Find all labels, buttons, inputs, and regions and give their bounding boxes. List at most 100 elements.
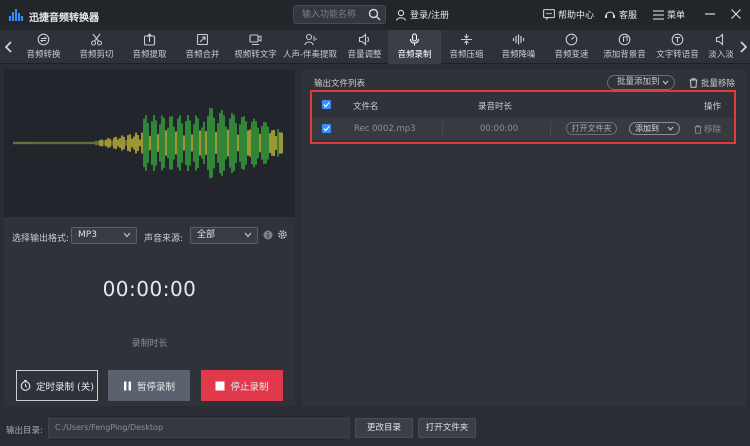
recording-duration-label: 录制时长: [131, 339, 168, 349]
login-label: 登录/注册: [410, 11, 450, 21]
add-to-dropdown[interactable]: 添加到: [629, 122, 680, 135]
tool-audio-merge[interactable]: 音频合并: [176, 30, 229, 64]
recorder-panel: 选择输出格式: MP3 声音来源: 全部 00:00:00 录制时长 定时录制 …: [4, 70, 295, 406]
menu-icon: [653, 9, 664, 20]
login-link[interactable]: 登录/注册: [395, 8, 449, 21]
tool-text-to-speech[interactable]: 文字转语音: [651, 30, 704, 64]
chevron-down-icon: [667, 126, 674, 131]
tool-audio-denoise[interactable]: 音频降噪: [492, 30, 545, 64]
tool-label: 人声-伴奏提取: [282, 50, 338, 60]
tool-audio-convert[interactable]: 音频转换: [17, 30, 70, 64]
tool-add-bgm[interactable]: 添加背景音: [598, 30, 651, 64]
waveform-display: [4, 70, 295, 217]
source-select[interactable]: 全部: [190, 227, 258, 244]
search-input[interactable]: [294, 6, 364, 23]
change-dir-button[interactable]: 更改目录: [355, 418, 413, 438]
tool-label: 音频变速: [554, 50, 589, 60]
help-icon: [543, 9, 555, 20]
settings-gear-icon[interactable]: [277, 229, 288, 240]
service-label: 客服: [619, 11, 638, 21]
format-label: 选择输出格式:: [12, 234, 70, 244]
info-icon[interactable]: [263, 230, 273, 240]
tool-bar: 音频转换 音频剪切 音频提取 音频合并 视频转文字 人声-伴奏提取 音量调整 音…: [0, 30, 750, 64]
help-center-button[interactable]: 帮助中心: [543, 8, 594, 21]
table-header: 文件名 录音时长 操作: [312, 92, 734, 118]
column-divider: [550, 122, 551, 136]
bgm-icon: [618, 33, 631, 46]
volume-icon: [358, 33, 370, 46]
source-label: 声音来源:: [144, 234, 184, 244]
stop-record-label: 停止录制: [230, 381, 269, 393]
tool-audio-extract[interactable]: 音频提取: [123, 30, 176, 64]
service-icon: [605, 10, 615, 18]
merge-icon: [196, 33, 209, 46]
chevron-down-icon: [662, 80, 669, 85]
table-row[interactable]: Rec 0002.mp3 00:00:00 打开文件夹 添加到 移除: [312, 118, 734, 140]
tool-audio-record[interactable]: 音频录制: [388, 30, 441, 64]
tool-label: 视频转文字: [234, 50, 277, 60]
chevron-left-icon[interactable]: [4, 40, 14, 54]
tool-audio-compress[interactable]: 音频压缩: [440, 30, 493, 64]
tool-label: 淡入淡: [708, 50, 734, 60]
check-icon: [323, 102, 330, 108]
select-all-checkbox[interactable]: [322, 100, 331, 109]
output-dir-label: 输出目录:: [6, 426, 43, 436]
stop-record-button[interactable]: 停止录制: [201, 370, 283, 401]
trash-icon: [689, 78, 698, 88]
tool-fade[interactable]: 淡入淡: [704, 30, 738, 64]
stop-icon: [215, 381, 225, 390]
tool-audio-speed[interactable]: 音频变速: [545, 30, 598, 64]
minimize-icon[interactable]: [702, 6, 718, 22]
output-list-panel: 输出文件列表 批量添加到 批量移除 文件名 录音时长 操作 Rec 0002.m…: [302, 70, 746, 406]
search-box[interactable]: [293, 5, 386, 24]
video-text-icon: [249, 34, 262, 45]
row-checkbox[interactable]: [322, 124, 331, 133]
tool-video-to-text[interactable]: 视频转文字: [229, 30, 282, 64]
denoise-icon: [512, 34, 525, 45]
timer-icon: [20, 380, 31, 391]
pause-record-button[interactable]: 暂停录制: [108, 370, 190, 401]
open-folder-button[interactable]: 打开文件夹: [566, 122, 617, 135]
chevron-down-icon: [244, 232, 252, 238]
batch-add-dropdown[interactable]: 批量添加到: [607, 75, 675, 90]
menu-label: 菜单: [667, 11, 686, 21]
format-row: 选择输出格式: MP3 声音来源: 全部: [4, 219, 295, 253]
scheduled-record-button[interactable]: 定时录制 (关): [16, 370, 98, 401]
tool-vocal-extract[interactable]: 人声-伴奏提取: [282, 30, 338, 64]
close-icon[interactable]: [728, 6, 744, 22]
footer-bar: 输出目录: C:/Users/FengPing/Desktop 更改目录 打开文…: [0, 413, 750, 446]
scheduled-record-label: 定时录制 (关): [36, 381, 94, 393]
title-bar: 迅捷音频转换器 登录/注册 帮助中心 客服: [0, 0, 750, 30]
batch-add-label: 批量添加到: [617, 77, 660, 87]
tool-audio-cut[interactable]: 音频剪切: [70, 30, 123, 64]
tool-label: 音频降噪: [501, 50, 536, 60]
tool-label: 音量调整: [347, 50, 382, 60]
tool-label: 音频提取: [132, 50, 167, 60]
batch-remove-button[interactable]: 批量移除: [689, 77, 735, 89]
open-output-folder-button[interactable]: 打开文件夹: [418, 418, 476, 438]
column-filename: 文件名: [353, 102, 379, 112]
speed-icon: [565, 33, 578, 46]
search-icon[interactable]: [368, 8, 381, 21]
tts-icon: [671, 33, 684, 46]
format-select[interactable]: MP3: [71, 227, 137, 244]
menu-button[interactable]: 菜单: [653, 8, 685, 21]
extract-icon: [143, 33, 156, 46]
output-file-table: 文件名 录音时长 操作 Rec 0002.mp3 00:00:00 打开文件夹 …: [310, 90, 736, 144]
customer-service-button[interactable]: 客服: [604, 8, 637, 21]
chevron-right-icon[interactable]: [738, 40, 748, 54]
help-center-label: 帮助中心: [558, 11, 595, 21]
remove-row-button[interactable]: 移除: [694, 123, 721, 135]
column-divider: [442, 122, 443, 136]
tool-label: 音频剪切: [79, 50, 114, 60]
pause-icon: [123, 381, 131, 390]
tool-label: 音频转换: [26, 50, 61, 60]
tool-label: 音频合并: [185, 50, 220, 60]
vocal-icon: [303, 33, 316, 46]
output-dir-field[interactable]: C:/Users/FengPing/Desktop: [48, 418, 350, 438]
output-list-title: 输出文件列表: [314, 79, 366, 89]
batch-remove-label: 批量移除: [701, 79, 736, 89]
check-icon: [323, 126, 330, 132]
tool-volume-adjust[interactable]: 音量调整: [338, 30, 391, 64]
tool-label: 添加背景音: [603, 50, 646, 60]
